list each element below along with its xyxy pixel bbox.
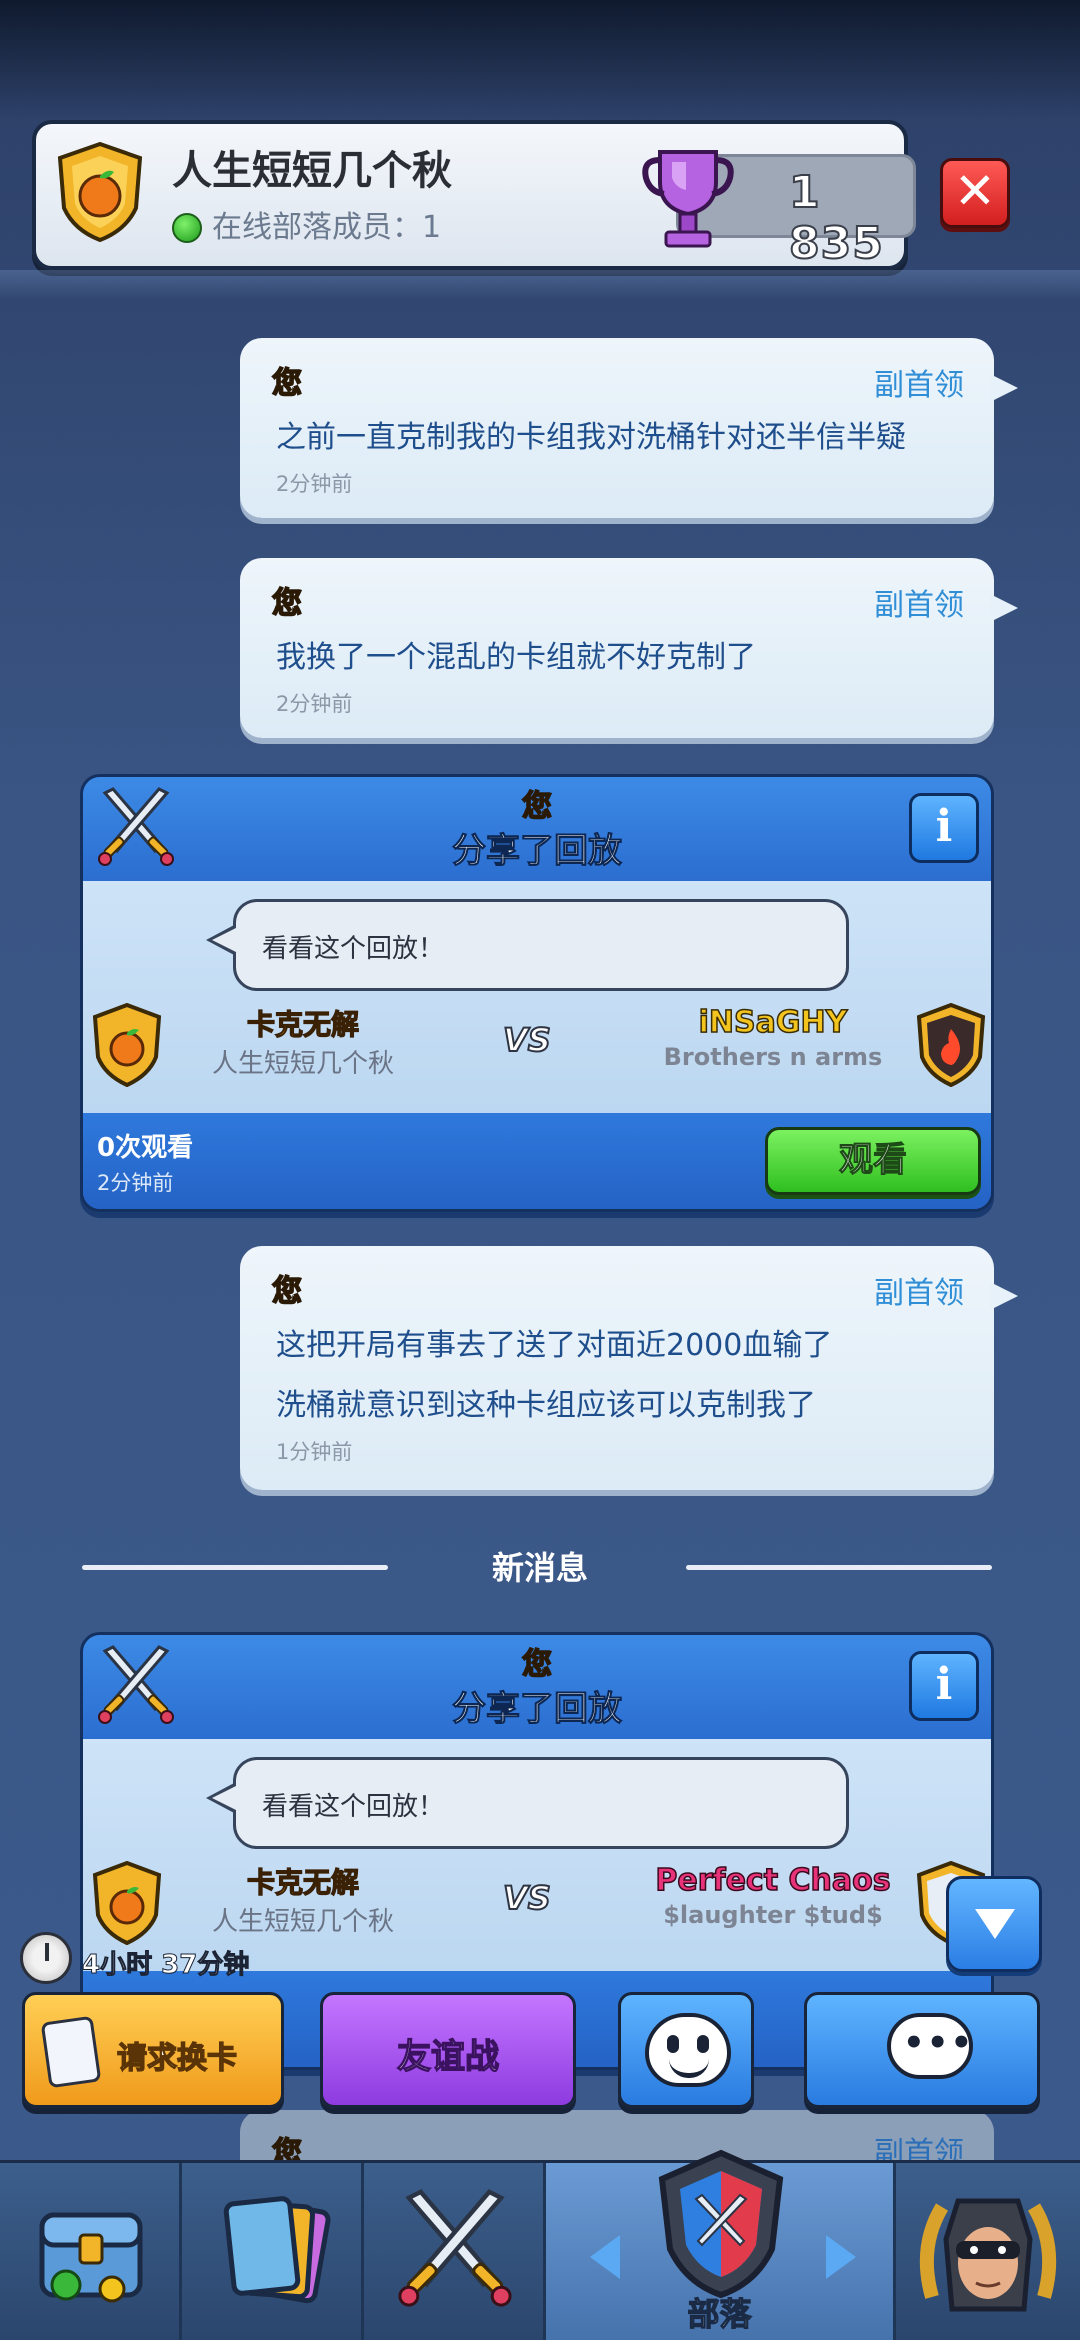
chat-button[interactable]	[804, 1992, 1040, 2108]
nav-clan-label: 部落	[687, 2294, 752, 2333]
online-members: 在线部落成员：1	[172, 202, 441, 246]
divider-line	[82, 1565, 388, 1570]
timer-text: 4小时 37分钟	[81, 1950, 250, 1981]
info-button[interactable]: i	[909, 1651, 979, 1721]
clock-icon	[20, 1932, 72, 1984]
cards-icon	[223, 2196, 331, 2304]
watch-button[interactable]: 观看	[765, 1127, 981, 1195]
replay-title: 分享了回放	[452, 831, 623, 872]
top-fade	[0, 0, 1080, 120]
replay-header: 您 分享了回放 i	[83, 777, 991, 881]
replay-sender: 您	[521, 1646, 553, 1683]
chat-message: 您 副首领 这把开局有事去了送了对面近2000血输了 洗桶就意识到这种卡组应该可…	[240, 1246, 1018, 1490]
replay-header: 您 分享了回放 i	[83, 1635, 991, 1739]
message-text: 这把开局有事去了送了对面近2000血输了	[276, 1328, 833, 1363]
nav-profile[interactable]	[896, 2163, 1080, 2340]
clan-shield-icon	[658, 2149, 784, 2299]
message-text: 洗桶就意识到这种卡组应该可以克制我了	[276, 1388, 816, 1423]
chat-message: 您 副首领 我换了一个混乱的卡组就不好克制了 2分钟前	[240, 558, 1018, 738]
speech-text: 看看这个回放！	[262, 934, 445, 964]
new-messages-label: 新消息	[491, 1549, 588, 1587]
clan-name: 人生短短几个秋	[172, 148, 452, 194]
replay-body: 看看这个回放！ 卡克无解 人生短短几个秋 VS iNSaGHY Brothers…	[83, 881, 991, 1113]
message-time: 2分钟前	[276, 472, 353, 496]
friendly-battle-button[interactable]: 友谊战	[320, 1992, 576, 2108]
message-time: 2分钟前	[276, 692, 353, 716]
replay-card: 您 分享了回放 i 看看这个回放！ 卡克无解 人生短短几个秋 VS iNSaGH…	[80, 774, 994, 1212]
replay-title: 分享了回放	[452, 1689, 623, 1730]
message-role: 副首领	[874, 588, 964, 623]
message-role: 副首领	[874, 368, 964, 403]
message-sender: 您	[271, 365, 303, 402]
friendly-battle-label: 友谊战	[396, 2036, 499, 2077]
fire-badge-icon	[916, 1003, 986, 1087]
request-cards-button[interactable]: 请求换卡	[22, 1992, 284, 2108]
replay-body: 看看这个回放！ 卡克无解 人生短短几个秋 VS Perfect Chaos $l…	[83, 1739, 991, 1971]
info-button[interactable]: i	[909, 793, 979, 863]
player2-clan: $laughter $tud$	[663, 1901, 883, 1929]
view-count: 0次观看	[97, 1133, 194, 1163]
vs-label: VS	[502, 1878, 552, 1918]
player1-clan: 人生短短几个秋	[211, 1049, 394, 1079]
crossed-swords-icon	[398, 2189, 512, 2307]
clan-badge-icon	[92, 1861, 162, 1945]
emote-button[interactable]	[618, 1992, 754, 2108]
clan-header[interactable]: 人生短短几个秋 在线部落成员：1 1 835	[32, 120, 916, 270]
header-shadow	[0, 270, 1080, 300]
bandit-avatar-icon	[919, 2198, 1057, 2312]
player2-name: Perfect Chaos	[655, 1862, 892, 1899]
request-cards-label: 请求换卡	[116, 2040, 237, 2076]
arrow-left-icon[interactable]	[590, 2235, 620, 2279]
chat-bubble-icon	[887, 2013, 974, 2079]
message-text: 我换了一个混乱的卡组就不好克制了	[276, 640, 756, 675]
vs-label: VS	[502, 1020, 552, 1060]
message-time: 1分钟前	[276, 1440, 353, 1464]
bottom-nav: 部落	[0, 2149, 1080, 2340]
divider-line	[686, 1565, 992, 1570]
trophy-count: 1 835	[788, 166, 884, 270]
message-sender: 您	[271, 1273, 303, 1310]
replay-footer: 0次观看 2分钟前 观看	[83, 1113, 991, 1209]
trophy-icon	[642, 150, 734, 248]
clan-badge-icon	[92, 1003, 162, 1087]
speech-bubble: 看看这个回放！	[206, 1757, 849, 1849]
chat-message: 您 副首领 之前一直克制我的卡组我对洗桶针对还半信半疑 2分钟前	[240, 338, 1018, 518]
close-button[interactable]: ✕	[940, 158, 1010, 228]
player1-name: 卡克无解	[246, 1007, 359, 1041]
message-sender: 您	[271, 585, 303, 622]
smiley-face-icon	[645, 2013, 731, 2087]
message-role: 副首领	[874, 1276, 964, 1311]
player1-name: 卡克无解	[246, 1865, 359, 1899]
scroll-down-button[interactable]	[946, 1876, 1042, 1972]
card-icon	[40, 2015, 102, 2089]
clan-badge-icon	[57, 142, 143, 242]
nav-shop[interactable]	[0, 2163, 182, 2340]
online-dot-icon	[172, 213, 202, 243]
message-text: 之前一直克制我的卡组我对洗桶针对还半信半疑	[276, 420, 906, 455]
nav-battle[interactable]	[364, 2163, 546, 2340]
replay-time: 2分钟前	[97, 1171, 174, 1195]
nav-cards[interactable]	[182, 2163, 364, 2340]
speech-text: 看看这个回放！	[262, 1792, 445, 1822]
arrow-right-icon[interactable]	[826, 2235, 856, 2279]
player2-clan: Brothers n arms	[663, 1043, 883, 1071]
player1-clan: 人生短短几个秋	[211, 1907, 394, 1937]
player2-name: iNSaGHY	[698, 1004, 848, 1041]
chest-icon	[39, 2212, 143, 2303]
speech-bubble: 看看这个回放！	[206, 899, 849, 991]
replay-sender: 您	[521, 788, 553, 825]
